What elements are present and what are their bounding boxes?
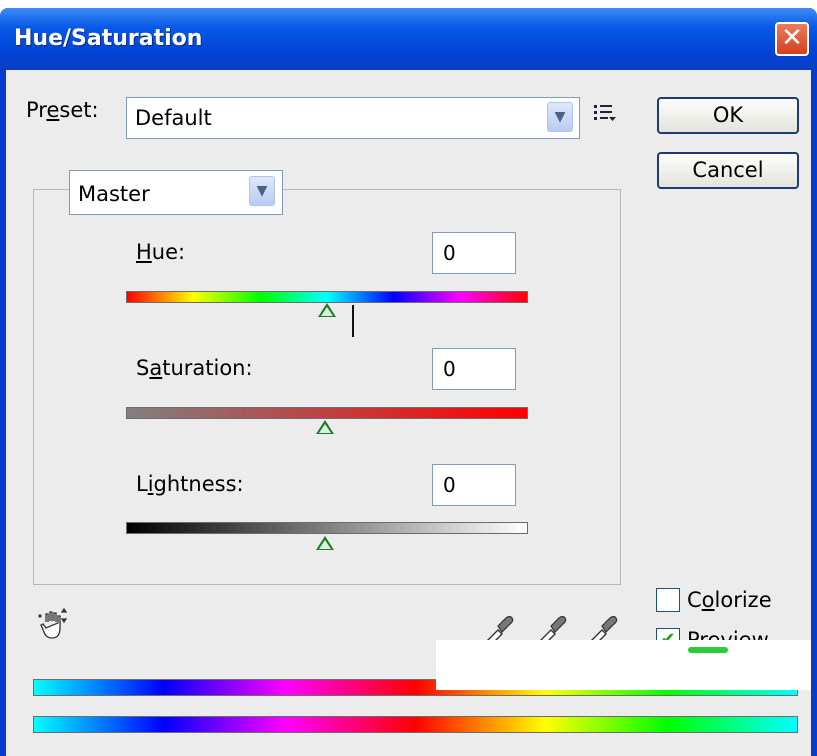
green-fragment [688,647,728,653]
chevron-down-icon[interactable]: ▼ [249,176,275,206]
saturation-slider-handle[interactable] [316,420,334,434]
preset-value: Default [135,106,212,130]
ok-button[interactable]: OK [657,97,799,134]
channel-value: Master [78,182,150,206]
targeted-adjustment-hand-icon[interactable] [36,607,72,644]
saturation-slider-track[interactable] [126,407,528,419]
hue-input[interactable]: 0 [432,232,516,274]
saturation-input[interactable]: 0 [432,348,516,390]
preset-label: Preset: [26,98,99,122]
window-title: Hue/Saturation [14,26,203,51]
lightness-input[interactable]: 0 [432,464,516,506]
lightness-slider-track[interactable] [126,522,528,534]
cropped-overlay [436,640,811,690]
colorize-label[interactable]: Colorize [687,588,772,612]
close-icon: ✕ [781,23,803,53]
chevron-down-icon[interactable]: ▼ [547,102,573,132]
preset-dropdown[interactable]: Default ▼ [126,97,580,139]
saturation-label: Saturation: [136,356,253,380]
hue-slider-handle[interactable] [318,303,336,317]
hue-label: Hue: [136,240,186,264]
output-color-spectrum [33,716,798,733]
cancel-button[interactable]: Cancel [657,152,799,189]
hue-center-marker [352,305,354,337]
hue-slider-track[interactable] [126,291,528,303]
title-bar[interactable]: Hue/Saturation ✕ [0,8,817,70]
lightness-label: Lightness: [136,472,244,496]
preset-options-icon[interactable] [592,102,620,126]
close-button[interactable]: ✕ [775,22,809,56]
channel-dropdown[interactable]: Master ▼ [69,170,283,215]
lightness-slider-handle[interactable] [316,536,334,550]
colorize-checkbox[interactable] [656,588,680,612]
